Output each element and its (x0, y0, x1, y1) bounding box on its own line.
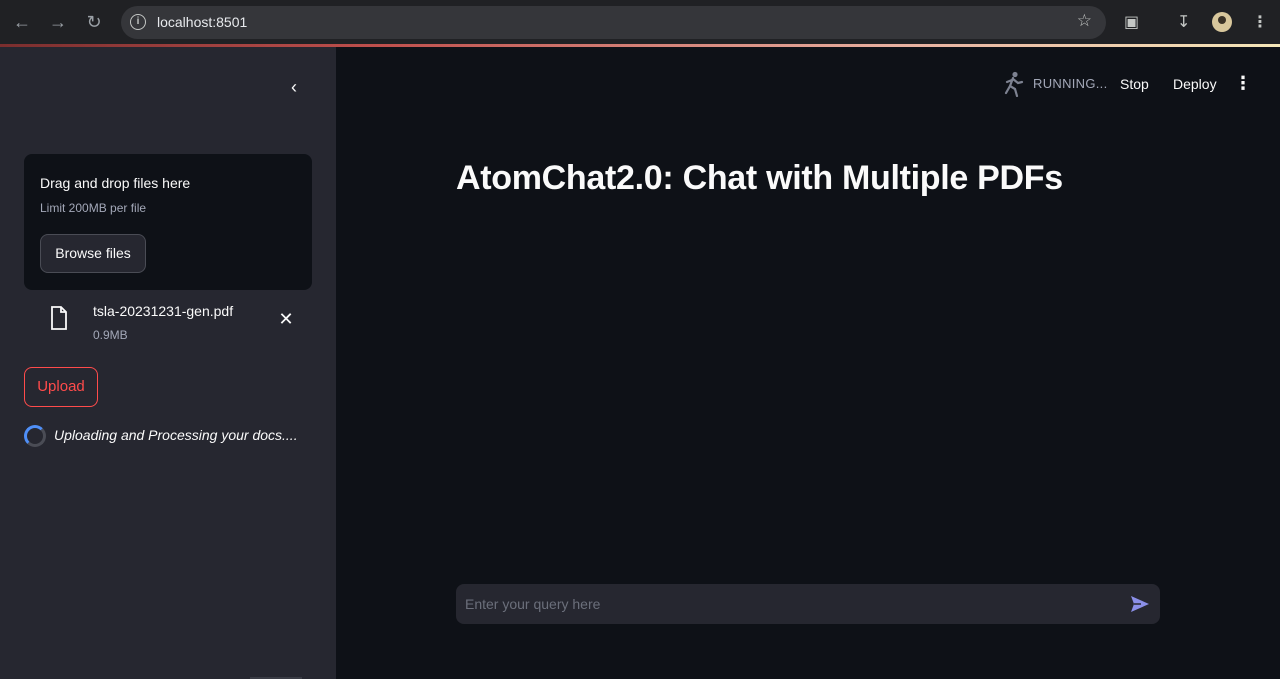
file-icon (51, 306, 67, 330)
uploaded-file-item: tsla-20231231-gen.pdf 0.9MB ✕ (24, 295, 312, 347)
profile-avatar[interactable] (1212, 12, 1232, 32)
chat-input-container (456, 584, 1160, 624)
forward-icon[interactable]: → (47, 11, 69, 33)
address-bar[interactable]: i localhost:8501 ☆ (121, 6, 1106, 39)
file-name: tsla-20231231-gen.pdf (93, 303, 234, 319)
collapse-sidebar-icon[interactable]: ‹ (284, 77, 304, 97)
dropzone-title: Drag and drop files here (40, 175, 191, 191)
site-info-icon[interactable]: i (130, 14, 146, 30)
browse-files-button[interactable]: Browse files (40, 234, 146, 273)
bookmark-star-icon[interactable]: ☆ (1077, 11, 1092, 31)
running-man-icon (1004, 71, 1024, 97)
main-menu-icon[interactable]: ⋮ (1234, 73, 1252, 93)
main-content: RUNNING... Stop Deploy ⋮ AtomChat2.0: Ch… (336, 47, 1280, 679)
loading-spinner-icon (24, 425, 46, 447)
browser-menu-icon[interactable]: ⋮ (1252, 12, 1268, 32)
send-icon[interactable] (1130, 594, 1150, 614)
running-status: RUNNING... (1033, 76, 1108, 91)
page-title: AtomChat2.0: Chat with Multiple PDFs (456, 159, 1063, 197)
sidebar: ‹ Drag and drop files here Limit 200MB p… (0, 47, 336, 679)
processing-status: Uploading and Processing your docs.... (54, 427, 298, 443)
back-icon[interactable]: ← (11, 11, 33, 33)
browser-toolbar: ← → ↻ i localhost:8501 ☆ ▣ ↧ ⋮ (0, 0, 1280, 47)
url-text[interactable]: localhost:8501 (157, 14, 247, 30)
chat-query-input[interactable] (456, 584, 1116, 624)
stop-button[interactable]: Stop (1120, 76, 1149, 92)
file-size: 0.9MB (93, 328, 128, 342)
reload-icon[interactable]: ↻ (83, 11, 105, 33)
dropzone-limit: Limit 200MB per file (40, 201, 147, 215)
file-dropzone[interactable]: Drag and drop files here Limit 200MB per… (24, 154, 312, 290)
remove-file-icon[interactable]: ✕ (276, 309, 296, 329)
extensions-icon[interactable]: ▣ (1124, 12, 1139, 32)
download-icon[interactable]: ↧ (1177, 12, 1190, 32)
upload-button[interactable]: Upload (24, 367, 98, 407)
deploy-button[interactable]: Deploy (1173, 76, 1217, 92)
